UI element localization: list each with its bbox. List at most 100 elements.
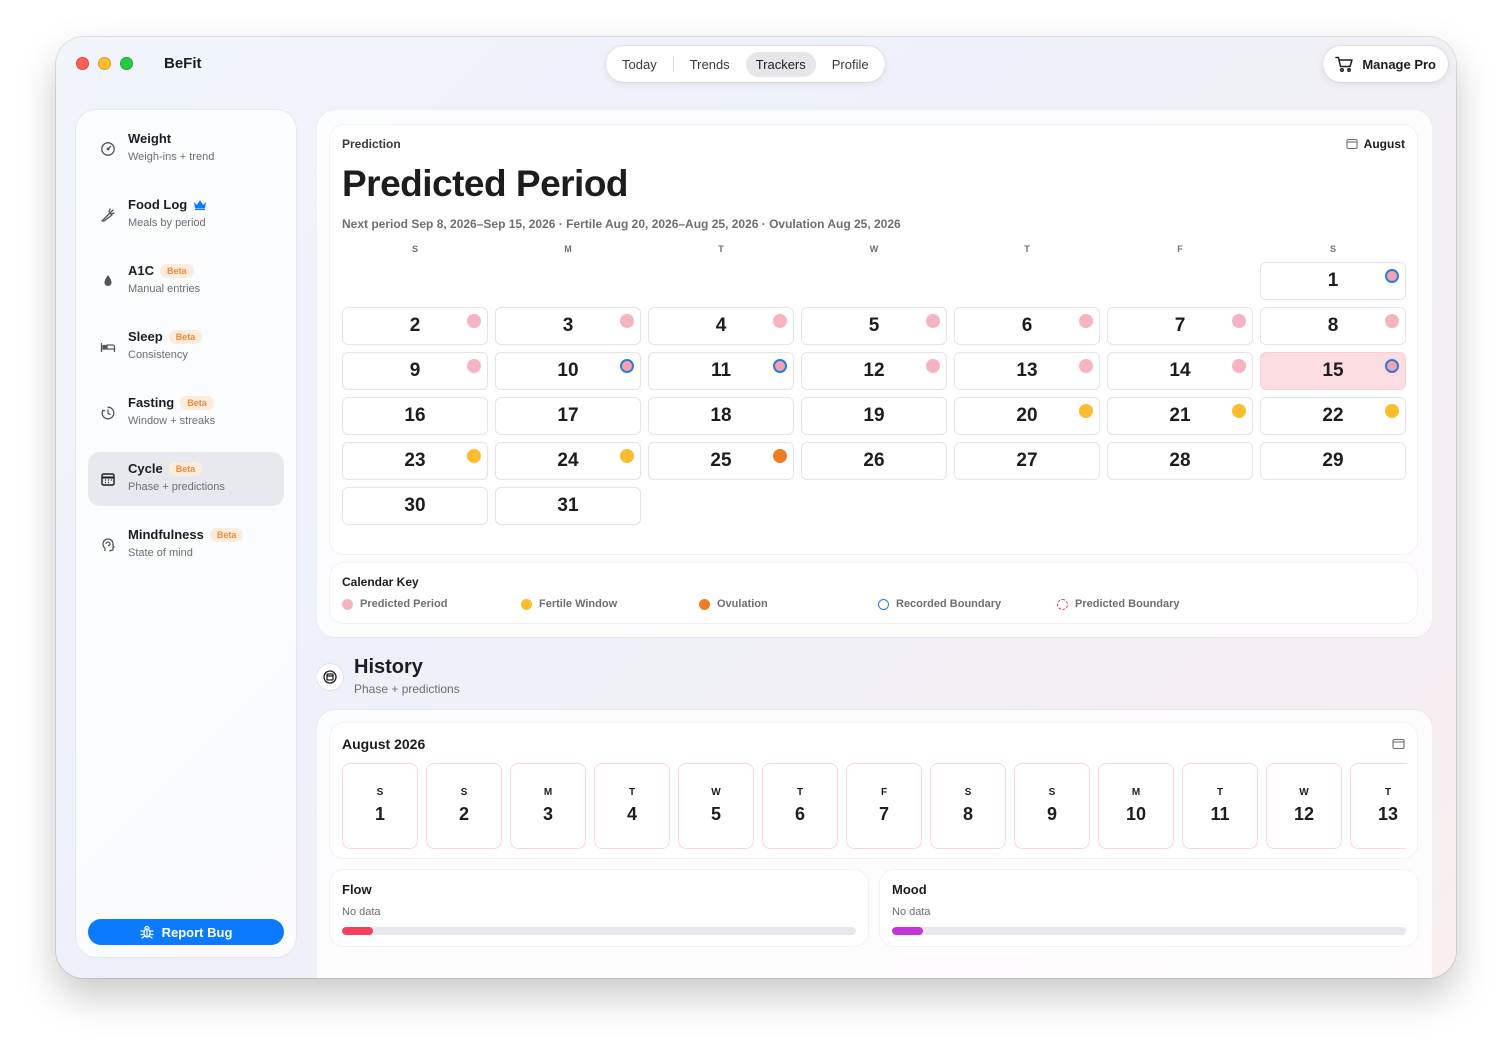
calendar-day[interactable]: 19 bbox=[801, 397, 947, 435]
calendar-day[interactable]: 13 bbox=[954, 352, 1100, 390]
calendar-day[interactable]: 12 bbox=[801, 352, 947, 390]
period-marker-icon bbox=[926, 314, 940, 328]
history-day-card[interactable]: S2 bbox=[426, 763, 502, 849]
calendar-day[interactable]: 26 bbox=[801, 442, 947, 480]
calendar-icon bbox=[101, 473, 115, 486]
head-icon bbox=[102, 538, 115, 552]
history-day-card[interactable]: F7 bbox=[846, 763, 922, 849]
tab-today[interactable]: Today bbox=[612, 52, 667, 77]
month-picker[interactable]: August bbox=[1346, 137, 1405, 151]
calendar-day-number: 31 bbox=[557, 495, 579, 516]
calendar-day[interactable]: 15 bbox=[1260, 352, 1406, 390]
calendar-day[interactable]: 25 bbox=[648, 442, 794, 480]
calendar-day[interactable]: 27 bbox=[954, 442, 1100, 480]
calendar-day[interactable]: 11 bbox=[648, 352, 794, 390]
calendar-day[interactable]: 10 bbox=[495, 352, 641, 390]
sidebar-item-food-log[interactable]: Food Log Meals by period bbox=[88, 188, 284, 242]
history-day-card[interactable]: S8 bbox=[930, 763, 1006, 849]
manage-pro-label: Manage Pro bbox=[1362, 56, 1436, 72]
history-day-card[interactable]: T 11 bbox=[1182, 763, 1258, 849]
calendar-day[interactable]: 2 bbox=[342, 307, 488, 345]
window-controls bbox=[76, 57, 133, 70]
calendar-icon[interactable] bbox=[1392, 738, 1405, 750]
calendar-day[interactable]: 23 bbox=[342, 442, 488, 480]
calendar-day[interactable]: 28 bbox=[1107, 442, 1253, 480]
history-day-card[interactable]: S1 bbox=[342, 763, 418, 849]
history-day-card[interactable]: M3 bbox=[510, 763, 586, 849]
manage-pro-button[interactable]: Manage Pro bbox=[1323, 46, 1448, 82]
history-day-number: 12 bbox=[1293, 804, 1315, 824]
calendar-day[interactable]: 22 bbox=[1260, 397, 1406, 435]
calendar-day[interactable]: 8 bbox=[1260, 307, 1406, 345]
calendar-day[interactable]: 9 bbox=[342, 352, 488, 390]
calendar-day[interactable]: 31 bbox=[495, 487, 641, 525]
history-day-card[interactable]: W 12 bbox=[1266, 763, 1342, 849]
history-day-weekday: T bbox=[1216, 787, 1224, 798]
calendar-day-number: 26 bbox=[863, 450, 885, 471]
history-day-weekday: W bbox=[711, 787, 721, 798]
calendar-day-number: 28 bbox=[1169, 450, 1191, 471]
fertile-dot-icon bbox=[521, 598, 532, 610]
period-marker-icon bbox=[467, 359, 481, 373]
calendar-day[interactable]: 18 bbox=[648, 397, 794, 435]
calendar-day[interactable]: 24 bbox=[495, 442, 641, 480]
calendar-day[interactable]: 14 bbox=[1107, 352, 1253, 390]
history-day-card[interactable]: T6 bbox=[762, 763, 838, 849]
calendar-day-number: 13 bbox=[1016, 360, 1038, 381]
sidebar-item-sleep[interactable]: Sleep Beta Consistency bbox=[88, 320, 284, 374]
calendar-day[interactable]: 17 bbox=[495, 397, 641, 435]
flow-title: Flow bbox=[342, 882, 372, 897]
minimize-window-button[interactable] bbox=[98, 57, 111, 70]
calendar-day[interactable]: 3 bbox=[495, 307, 641, 345]
zoom-window-button[interactable] bbox=[120, 57, 133, 70]
calendar-day-number: 12 bbox=[863, 360, 885, 381]
crown-icon bbox=[194, 200, 207, 210]
weekday-header: M bbox=[564, 244, 572, 254]
history-day-card[interactable]: M 10 bbox=[1098, 763, 1174, 849]
sidebar-item-subtitle: Manual entries bbox=[128, 283, 201, 295]
calendar-day[interactable]: 16 bbox=[342, 397, 488, 435]
tab-trends[interactable]: Trends bbox=[680, 52, 740, 77]
key-ovulation: Ovulation bbox=[699, 598, 768, 610]
beta-badge: Beta bbox=[180, 395, 214, 410]
history-day-number: 10 bbox=[1125, 804, 1147, 824]
calendar-day-number: 7 bbox=[1174, 315, 1186, 336]
history-day-card[interactable]: T 13 bbox=[1350, 763, 1406, 849]
sidebar-item-fasting[interactable]: Fasting Beta Window + streaks bbox=[88, 386, 284, 440]
fertile-marker-icon bbox=[1232, 404, 1246, 418]
history-day-card[interactable]: W5 bbox=[678, 763, 754, 849]
calendar-day[interactable]: 29 bbox=[1260, 442, 1406, 480]
calendar-day[interactable]: 4 bbox=[648, 307, 794, 345]
app-window: BeFit Today Trends Trackers Profile Mana… bbox=[56, 37, 1456, 978]
sidebar-item-a1c[interactable]: A1C Beta Manual entries bbox=[88, 254, 284, 308]
day-strip: S 1 S 2 M 3 T 4 W 5 T 6 F 7 S 8 S 9 M 10 T 11 W 12 T 13 bbox=[342, 763, 1406, 853]
calendar-day[interactable]: 1 bbox=[1260, 262, 1406, 300]
sidebar-item-weight[interactable]: Weight Weigh-ins + trend bbox=[88, 122, 284, 176]
history-day-weekday: T bbox=[796, 787, 804, 798]
calendar-day[interactable]: 20 bbox=[954, 397, 1100, 435]
history-title: History bbox=[354, 656, 423, 678]
calendar-day[interactable]: 21 bbox=[1107, 397, 1253, 435]
history-day-card[interactable]: T4 bbox=[594, 763, 670, 849]
calendar-day[interactable]: 5 bbox=[801, 307, 947, 345]
report-bug-button[interactable]: Report Bug bbox=[88, 919, 284, 945]
close-window-button[interactable] bbox=[76, 57, 89, 70]
history-day-number: 2 bbox=[458, 804, 469, 824]
calendar-day-number: 11 bbox=[710, 360, 732, 381]
tab-profile[interactable]: Profile bbox=[822, 52, 879, 77]
bug-icon bbox=[139, 925, 154, 939]
sidebar-item-label: Sleep bbox=[128, 329, 163, 344]
sidebar-item-mindfulness[interactable]: Mindfulness Beta State of mind bbox=[88, 518, 284, 572]
sidebar-item-cycle[interactable]: Cycle Beta Phase + predictions bbox=[88, 452, 284, 506]
tab-trackers[interactable]: Trackers bbox=[745, 51, 816, 77]
history-day-number: 9 bbox=[1046, 804, 1057, 824]
recorded-marker-icon bbox=[773, 359, 787, 373]
history-day-weekday: S bbox=[460, 787, 468, 798]
calendar-day[interactable]: 7 bbox=[1107, 307, 1253, 345]
period-marker-icon bbox=[773, 314, 787, 328]
period-marker-icon bbox=[1385, 314, 1399, 328]
calendar-day[interactable]: 30 bbox=[342, 487, 488, 525]
period-marker-icon bbox=[1232, 314, 1246, 328]
history-day-card[interactable]: S9 bbox=[1014, 763, 1090, 849]
calendar-day[interactable]: 6 bbox=[954, 307, 1100, 345]
